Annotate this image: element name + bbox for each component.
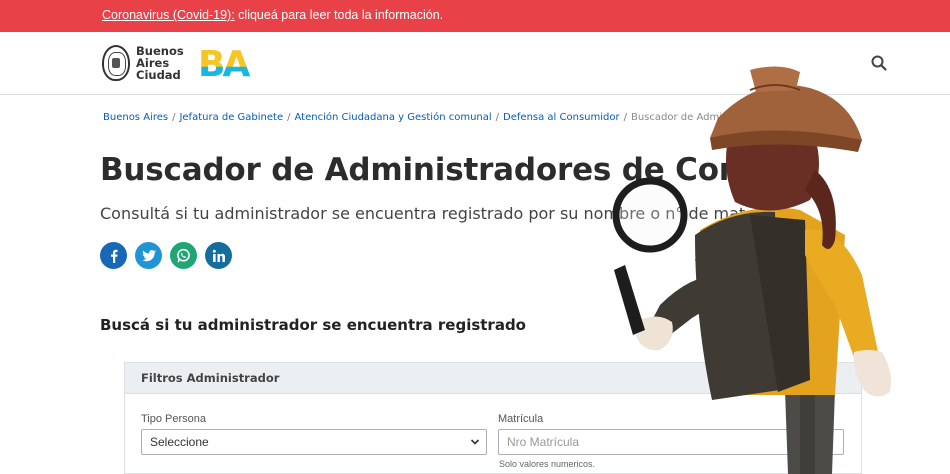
twitter-icon bbox=[141, 249, 156, 261]
matricula-help-text: Solo valores numericos. bbox=[499, 459, 596, 469]
covid-link[interactable]: Coronavirus (Covid-19): bbox=[102, 8, 235, 22]
share-buttons bbox=[100, 242, 232, 269]
breadcrumb-separator: / bbox=[495, 112, 500, 123]
section-heading: Buscá si tu administrador se encuentra r… bbox=[100, 316, 526, 334]
logo-text: Buenos Aires Ciudad bbox=[136, 45, 184, 81]
whatsapp-icon bbox=[177, 248, 190, 263]
chevron-down-icon bbox=[470, 439, 480, 445]
city-seal-icon bbox=[102, 45, 130, 81]
share-twitter-button[interactable] bbox=[135, 242, 162, 269]
breadcrumb-separator: / bbox=[172, 112, 176, 123]
logo-buenos-aires-ciudad[interactable]: Buenos Aires Ciudad bbox=[102, 44, 184, 82]
share-facebook-button[interactable] bbox=[100, 242, 127, 269]
breadcrumb-separator: / bbox=[287, 112, 291, 123]
matricula-label: Matrícula bbox=[498, 413, 544, 425]
covid-alert-bar: Coronavirus (Covid-19): cliqueá para lee… bbox=[0, 0, 950, 32]
alert-text: Coronavirus (Covid-19): cliqueá para lee… bbox=[102, 8, 443, 22]
share-whatsapp-button[interactable] bbox=[170, 242, 197, 269]
breadcrumb-item-jefatura[interactable]: Jefatura de Gabinete bbox=[179, 112, 283, 123]
linkedin-icon bbox=[212, 249, 225, 262]
matricula-placeholder: Nro Matrícula bbox=[507, 435, 580, 449]
detective-figure-image bbox=[612, 66, 891, 474]
tipo-persona-select[interactable]: Seleccione bbox=[141, 429, 487, 455]
logo-line-3: Ciudad bbox=[136, 68, 181, 82]
ba-logo-icon[interactable]: BA bbox=[198, 46, 260, 80]
share-linkedin-button[interactable] bbox=[205, 242, 232, 269]
tipo-persona-value: Seleccione bbox=[150, 435, 209, 449]
ba-logo-text: BA bbox=[198, 46, 250, 80]
breadcrumb-item-atencion[interactable]: Atención Ciudadana y Gestión comunal bbox=[295, 112, 492, 123]
alert-message: cliqueá para leer toda la información. bbox=[234, 8, 444, 22]
facebook-icon bbox=[110, 249, 117, 263]
tipo-persona-label: Tipo Persona bbox=[141, 413, 207, 425]
breadcrumb-item-buenos-aires[interactable]: Buenos Aires bbox=[103, 112, 168, 123]
